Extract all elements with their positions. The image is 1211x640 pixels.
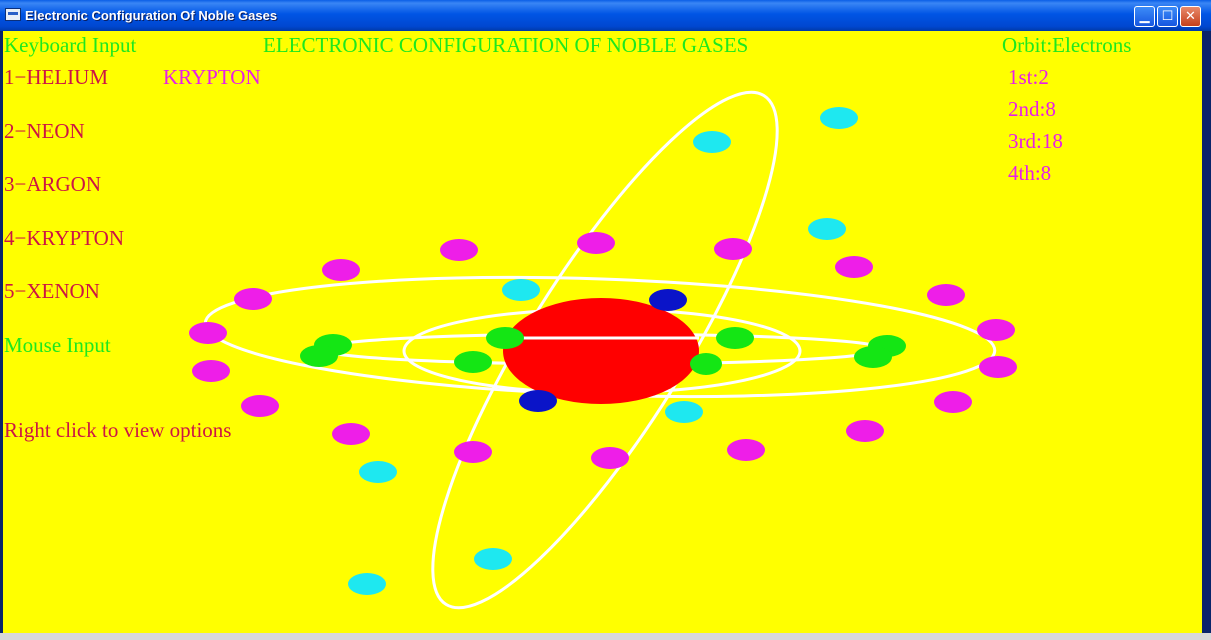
electron-shell4 [820,107,858,129]
electron-shell2 [690,353,722,375]
electron-shell3 [979,356,1017,378]
nucleus [503,298,699,404]
electron-shell2 [300,345,338,367]
electron-shell3 [454,441,492,463]
window-bottom-edge [0,633,1211,640]
maximize-button[interactable]: ☐ [1157,6,1178,27]
electron-shell4 [348,573,386,595]
electron-shell3 [234,288,272,310]
electron-shell3 [189,322,227,344]
menu-item-neon[interactable]: 2−NEON [4,119,85,143]
mouse-input-header: Mouse Input [4,333,111,357]
electron-shell3 [322,259,360,281]
electron-shell3 [577,232,615,254]
electron-shell3 [591,447,629,469]
menu-item-helium[interactable]: 1−HELIUM [4,65,108,89]
electron-shell3 [846,420,884,442]
keyboard-input-header: Keyboard Input [4,33,137,57]
electron-shell3 [727,439,765,461]
orbit-1st-count: 1st:2 [1008,65,1049,89]
electron-shell3 [977,319,1015,341]
atom-canvas[interactable]: Keyboard Input ELECTRONIC CONFIGURATION … [3,31,1202,633]
menu-item-xenon[interactable]: 5−XENON [4,279,100,303]
electron-shell1 [649,289,687,311]
electron-shell4 [665,401,703,423]
window-title: Electronic Configuration Of Noble Gases [25,8,278,23]
electron-shell2 [854,346,892,368]
main-title: ELECTRONIC CONFIGURATION OF NOBLE GASES [263,33,749,57]
title-bar[interactable]: Electronic Configuration Of Noble Gases … [0,0,1211,31]
close-button[interactable]: ✕ [1180,6,1201,27]
electron-shell4 [359,461,397,483]
electron-shell4 [502,279,540,301]
electron-shell3 [927,284,965,306]
electron-shell3 [192,360,230,382]
orbit-3rd-count: 3rd:18 [1008,129,1063,153]
menu-item-krypton[interactable]: 4−KRYPTON [4,226,124,250]
electron-shell3 [835,256,873,278]
electron-shell3 [332,423,370,445]
app-window: Electronic Configuration Of Noble Gases … [0,0,1211,640]
app-icon [5,8,21,21]
mouse-hint: Right click to view options [4,418,232,442]
atom-model [189,90,1017,610]
electron-shell3 [714,238,752,260]
electron-shell3 [241,395,279,417]
electron-shell1 [519,390,557,412]
electron-shell4 [693,131,731,153]
selected-element-label: KRYPTON [163,65,261,89]
minimize-button[interactable]: ▁ [1134,6,1155,27]
electron-shell4 [808,218,846,240]
electron-shell2 [454,351,492,373]
electron-shell3 [934,391,972,413]
orbit-2nd-count: 2nd:8 [1008,97,1056,121]
electron-shell2 [486,327,524,349]
electron-shell4 [474,548,512,570]
electron-shell3 [440,239,478,261]
electron-shell2 [716,327,754,349]
menu-item-argon[interactable]: 3−ARGON [4,172,101,196]
orbit-header: Orbit:Electrons [1002,33,1132,57]
orbit-4th-count: 4th:8 [1008,161,1052,185]
